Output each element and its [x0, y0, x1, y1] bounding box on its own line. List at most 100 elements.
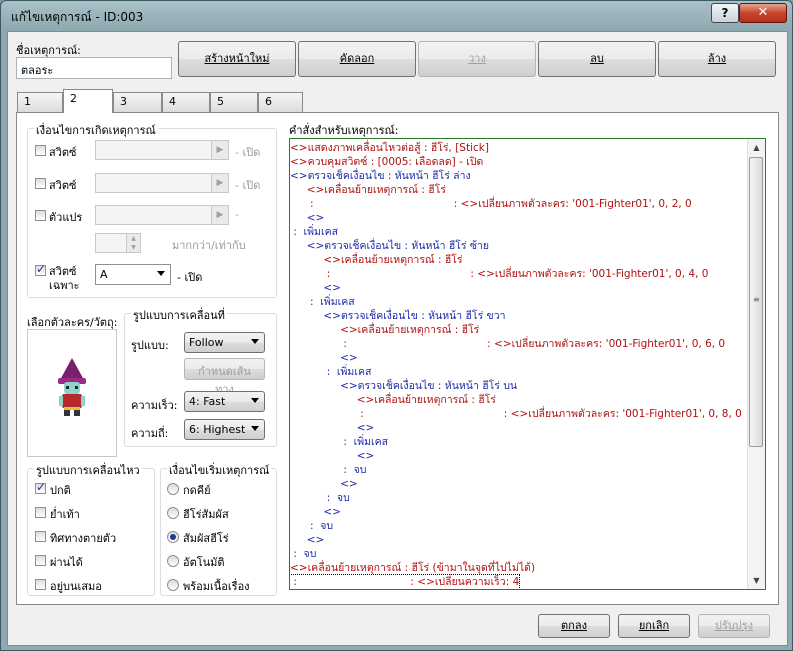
self-switch-value: A [100, 268, 108, 281]
command-line[interactable]: : เพิ่มเคส [290, 435, 388, 449]
trigger-autorun-radio[interactable] [167, 555, 179, 567]
page-panel: เงื่อนไขการเกิดเหตุการณ์ สวิตซ์ ▶ - เปิด… [16, 112, 779, 605]
command-line[interactable]: : จบ [290, 519, 333, 533]
command-line[interactable]: <>แสดงภาพเคลื่อนไหวต่อสู้ : ฮีโร่, [Stic… [290, 141, 489, 155]
scroll-down-icon[interactable]: ▼ [748, 572, 765, 589]
tab-page-6[interactable]: 6 [258, 92, 303, 112]
command-line[interactable]: : : <>เปลี่ยนภาพตัวละคร: '001-Fighter01'… [290, 267, 709, 281]
movement-type-value: Follow [189, 336, 224, 349]
command-line[interactable]: <>ตรวจเช็คเงื่อนไข : หันหน้า ฮีโร่ ซ้าย [290, 239, 489, 253]
command-line[interactable]: : : <>เปลี่ยนภาพตัวละคร: '001-Fighter01'… [290, 197, 692, 211]
command-line[interactable]: <>ควบคุมสวิตซ์ : [0005: เลือดลด] - เปิด [290, 155, 483, 169]
new-page-button[interactable]: สร้างหน้าใหม่ [178, 41, 296, 77]
tab-page-5[interactable]: 5 [210, 92, 258, 112]
move-route-button[interactable]: กำหนดเส้นทาง [184, 358, 265, 396]
command-line[interactable]: : เพิ่มเคส [290, 225, 338, 239]
graphic-preview[interactable] [27, 329, 117, 457]
close-button[interactable]: ✕ [739, 3, 787, 23]
help-button[interactable]: ? [711, 3, 739, 23]
self-switch-checkbox[interactable] [35, 262, 46, 276]
command-line[interactable]: <> [290, 211, 325, 225]
command-line[interactable]: <>ตรวจเช็คเงื่อนไข : หันหน้า ฮีโร่ บน [290, 379, 517, 393]
option-step-anim-checkbox[interactable] [35, 507, 46, 518]
trigger-action-label: กดคีย์ [183, 484, 211, 497]
chevron-right-icon: ▶ [211, 141, 228, 159]
command-line[interactable]: <> [290, 477, 358, 491]
switch1-label: สวิตซ์ [49, 146, 77, 159]
switch1-checkbox[interactable] [35, 145, 46, 156]
option-direction-fix-checkbox[interactable] [35, 531, 46, 542]
trigger-action-radio[interactable] [167, 483, 179, 495]
title-bar[interactable]: แก้ไขเหตุการณ์ - ID:003 ? ✕ [1, 1, 792, 31]
trigger-autorun-label: อัตโนมัติ [183, 556, 225, 569]
movement-speed-select[interactable]: 4: Fast [184, 391, 265, 412]
switch2-select[interactable]: ▶ [95, 173, 229, 193]
trigger-parallel-radio[interactable] [167, 579, 179, 591]
paste-page-button[interactable]: วาง [418, 41, 536, 77]
option-always-on-top-checkbox[interactable] [35, 579, 46, 590]
clear-page-button[interactable]: ล้าง [658, 41, 776, 77]
switch1-select[interactable]: ▶ [95, 140, 229, 160]
command-line[interactable]: <>เคลื่อนย้ายเหตุการณ์ : ฮีโร่ [290, 183, 446, 197]
self-switch-suffix: - เปิด [177, 271, 203, 284]
trigger-event-touch-label: สัมผัสฮีโร่ [183, 532, 229, 545]
commands-scrollbar[interactable]: ▲ ≡ ▼ [747, 139, 765, 589]
option-walk-anim-label: ปกติ [50, 484, 71, 497]
cancel-button[interactable]: ยกเลิก [618, 614, 690, 638]
tab-page-2[interactable]: 2 [63, 89, 113, 113]
apply-button[interactable]: ปรับปรุง [698, 614, 770, 638]
command-line[interactable]: : จบ [290, 547, 316, 561]
delete-page-button[interactable]: ลบ [538, 41, 656, 77]
command-line[interactable]: : : <>เปลี่ยนความเร็ว: 4 [290, 574, 521, 589]
command-line[interactable]: <> [290, 351, 358, 365]
self-switch-label-line2: เฉพาะ [49, 279, 80, 292]
command-line[interactable]: : จบ [290, 491, 350, 505]
command-line[interactable]: <> [290, 281, 341, 295]
option-walk-anim-checkbox[interactable] [35, 480, 46, 494]
variable-compare-label: มากกว่า/เท่ากับ [172, 239, 246, 252]
variable-select[interactable]: ▶ [95, 205, 229, 225]
option-direction-fix-label: ทิศทางตายตัว [50, 532, 117, 545]
trigger-parallel-label: พร้อมเนื้อเรื่อง [183, 580, 250, 593]
command-line[interactable]: <>เคลื่อนย้ายเหตุการณ์ : ฮีโร่ [290, 393, 496, 407]
trigger-player-touch-radio[interactable] [167, 507, 179, 519]
ok-button[interactable]: ตกลง [538, 614, 610, 638]
command-line[interactable]: : จบ [290, 463, 366, 477]
command-line[interactable]: <>ตรวจเช็คเงื่อนไข : หันหน้า ฮีโร่ ล่าง [290, 169, 471, 183]
command-line[interactable]: <> [290, 505, 341, 519]
self-switch-select[interactable]: A [95, 264, 171, 285]
command-line[interactable]: <>ตรวจเช็คเงื่อนไข : หันหน้า ฮีโร่ ขวา [290, 309, 505, 323]
movement-freq-select[interactable]: 6: Highest [184, 419, 265, 440]
commands-list[interactable]: <>แสดงภาพเคลื่อนไหวต่อสู้ : ฮีโร่, [Stic… [289, 138, 766, 590]
trigger-title: เงื่อนไขเริ่มเหตุการณ์ [167, 461, 272, 479]
trigger-event-touch-radio[interactable] [167, 531, 179, 543]
movement-type-select[interactable]: Follow [184, 332, 265, 353]
switch1-suffix: - เปิด [235, 146, 261, 159]
tab-page-3[interactable]: 3 [113, 92, 162, 112]
command-line[interactable]: <>เคลื่อนย้ายเหตุการณ์ : ฮีโร่ (ข้ามาในจ… [290, 561, 535, 575]
scroll-up-icon[interactable]: ▲ [748, 139, 765, 156]
window-title: แก้ไขเหตุการณ์ - ID:003 [11, 10, 144, 24]
command-line[interactable]: : เพิ่มเคส [290, 295, 355, 309]
command-line[interactable]: <> [290, 421, 375, 435]
switch2-checkbox[interactable] [35, 178, 46, 189]
event-name-input[interactable]: ตลอระ [16, 57, 172, 79]
command-line[interactable]: <> [290, 449, 375, 463]
command-line[interactable]: <>เคลื่อนย้ายเหตุการณ์ : ฮีโร่ [290, 323, 479, 337]
scroll-thumb[interactable]: ≡ [749, 157, 763, 447]
movement-freq-value: 6: Highest [189, 423, 246, 436]
variable-value-spinner[interactable]: ▲ ▼ [95, 233, 141, 253]
variable-checkbox[interactable] [35, 210, 46, 221]
movement-type-label: รูปแบบ: [131, 339, 169, 352]
command-line[interactable]: : : <>เปลี่ยนภาพตัวละคร: '001-Fighter01'… [290, 337, 725, 351]
tab-page-1[interactable]: 1 [17, 92, 63, 112]
command-line[interactable]: <> [290, 533, 325, 547]
command-line[interactable]: : เพิ่มเคส [290, 365, 372, 379]
command-line[interactable]: : : <>เปลี่ยนภาพตัวละคร: '001-Fighter01'… [290, 407, 742, 421]
copy-page-button[interactable]: คัดลอก [298, 41, 416, 77]
dropdown-arrow-icon [251, 426, 259, 431]
option-through-checkbox[interactable] [35, 555, 46, 566]
command-line[interactable]: <>เคลื่อนย้ายเหตุการณ์ : ฮีโร่ [290, 253, 462, 267]
tab-page-4[interactable]: 4 [162, 92, 210, 112]
movement-title: รูปแบบการเคลื่อนที่ [131, 306, 227, 324]
